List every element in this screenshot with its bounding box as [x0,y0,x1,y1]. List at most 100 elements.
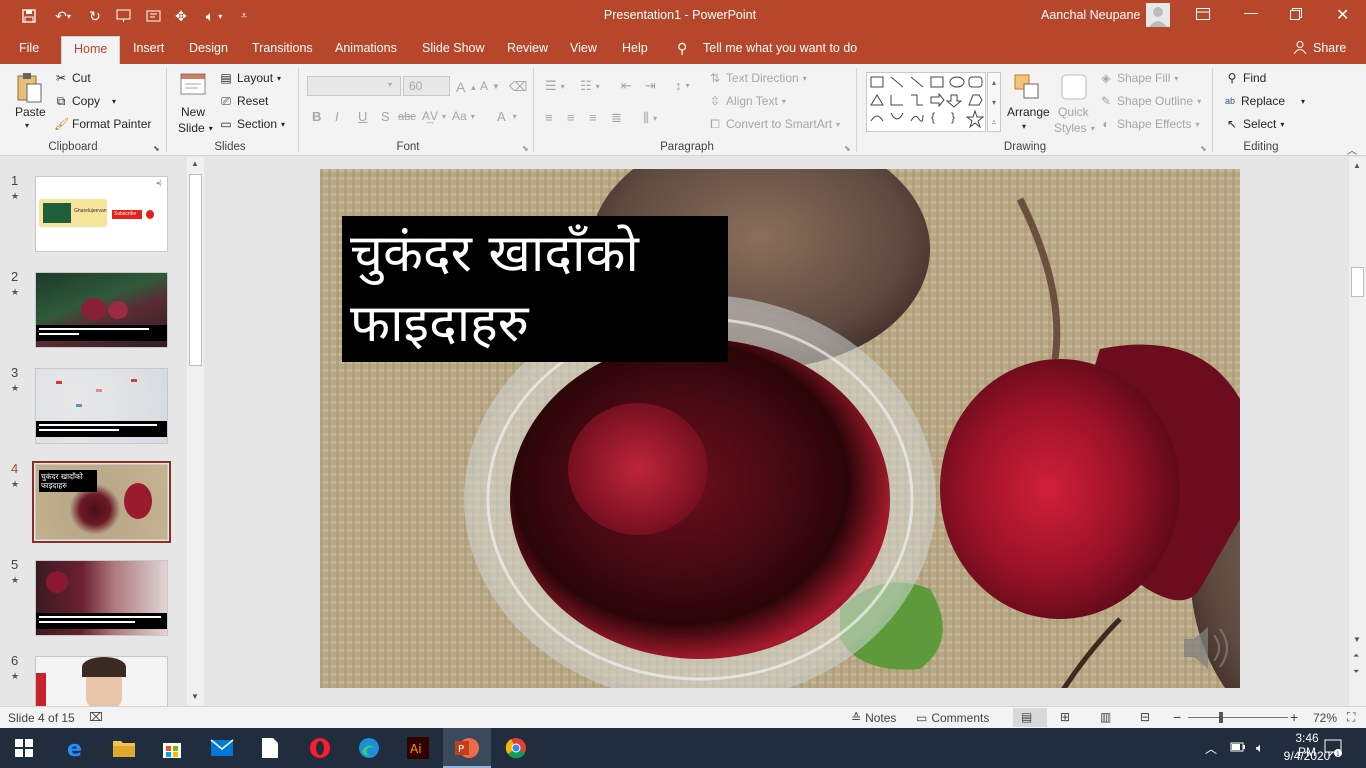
minimize-icon[interactable]: — [1244,4,1258,20]
font-dropdown-icon[interactable]: ▾ [388,80,392,89]
tab-file[interactable]: File [19,41,39,55]
ribbon-display-icon[interactable] [1196,8,1210,23]
shapes-gallery-scroll[interactable]: ▴ ▾ ⩡ [987,72,1001,132]
present-icon[interactable] [112,6,134,26]
fit-to-window-icon[interactable]: ⛶ [1347,710,1355,725]
shapes-gallery[interactable]: { } [866,72,986,132]
align-center-icon[interactable]: ≡ [567,110,575,125]
scroll-thumb[interactable] [189,174,202,366]
numbering-icon[interactable]: ☷ ▾ [580,78,600,94]
clear-formatting-icon[interactable]: ⌫ [509,79,527,95]
quick-styles-label-1[interactable]: Quick [1058,105,1089,119]
share-icon[interactable] [1293,40,1307,57]
scroll-thumb[interactable] [1351,267,1364,297]
cut-button[interactable]: ✂ Cut [54,71,91,85]
arrange-icon[interactable] [1012,72,1042,102]
format-painter-button[interactable]: 🖌︎ Format Painter [54,117,151,131]
chrome-icon[interactable] [496,732,536,764]
scroll-up-icon[interactable]: ▲ [191,159,199,168]
shape-fill-button[interactable]: ◈ Shape Fill ▾ [1099,71,1178,85]
find-button[interactable]: ⚲ Find [1225,71,1267,85]
share-button[interactable]: Share [1313,41,1346,55]
change-case-button[interactable]: Aa ▾ [452,109,475,123]
font-color-button[interactable]: A ▾ [497,109,517,124]
text-direction-button[interactable]: ⇅ Text Direction ▾ [708,71,807,85]
reading-view-icon[interactable]: ▥ [1100,710,1111,724]
tab-slide-show[interactable]: Slide Show [422,41,485,55]
tab-design[interactable]: Design [189,41,228,55]
next-slide-icon[interactable]: ⏷ [1353,667,1359,677]
columns-icon[interactable]: ⫼ ▾ [643,110,657,126]
scroll-down-icon[interactable]: ▼ [191,692,199,701]
scroll-down-icon[interactable]: ▼ [1353,635,1361,644]
zoom-slider-thumb[interactable] [1219,712,1223,723]
save-icon[interactable] [18,6,40,26]
slide-thumbnail-4[interactable]: चुकंदर खादाँको फाइदाहरु [35,464,168,540]
chevron-up-icon[interactable]: ︿ [1205,740,1217,757]
increase-indent-icon[interactable]: ⇥ [645,78,656,94]
section-button[interactable]: ▭ Section ▾ [219,117,285,131]
slideshow-view-icon[interactable]: ⊟ [1140,710,1150,724]
store-icon[interactable] [152,732,192,764]
previous-slide-icon[interactable]: ⏶ [1353,651,1359,661]
new-slide-label-2[interactable]: Slide ▾ [178,121,213,135]
reset-button[interactable]: ⎚ Reset [219,94,268,108]
notes-button[interactable]: ≙ Notes [851,711,896,725]
mail-icon[interactable] [202,732,242,764]
paragraph-launcher-icon[interactable]: ⬊ [844,144,851,153]
shape-outline-button[interactable]: ✎ Shape Outline ▾ [1099,94,1201,108]
tab-animations[interactable]: Animations [335,41,397,55]
justify-icon[interactable]: ≣ [611,110,622,126]
copy-button[interactable]: ⧉ Copy ▾ [54,94,116,108]
undo-icon[interactable]: ↶ ▾ [48,6,78,26]
clipboard-launcher-icon[interactable]: ⬊ [153,144,160,153]
quick-styles-icon[interactable] [1059,72,1089,102]
paste-button[interactable]: Paste [15,105,46,119]
new-slide-label-1[interactable]: New [181,105,205,119]
drawing-launcher-icon[interactable]: ⬊ [1200,144,1207,153]
decrease-font-button[interactable]: A ▼ [480,79,500,93]
redo-icon[interactable]: ↻ [84,6,106,26]
speaker-icon[interactable]: 🔈︎ ▾ [198,6,230,26]
touch-mode-icon[interactable]: ✥ [170,6,192,26]
opera-icon[interactable] [300,732,340,764]
font-size-input[interactable]: 60 [403,76,450,96]
underline-button[interactable]: U [358,109,367,124]
folder-icon[interactable] [104,732,144,764]
select-button[interactable]: ↖ Select ▾ [1225,117,1284,131]
font-launcher-icon[interactable]: ⬊ [522,144,529,153]
tab-insert[interactable]: Insert [133,41,164,55]
smartart-button[interactable]: ⧠ Convert to SmartArt ▾ [708,117,840,131]
tab-review[interactable]: Review [507,41,548,55]
powerpoint-icon[interactable]: P [447,732,487,764]
bullets-icon[interactable]: ☰ ▾ [545,78,565,94]
tab-transitions[interactable]: Transitions [252,41,313,55]
strikethrough-button[interactable]: abc [398,111,416,123]
collapse-ribbon-icon[interactable]: ︿ [1347,142,1357,157]
battery-icon[interactable] [1230,741,1246,756]
quick-styles-label-2[interactable]: Styles ▾ [1054,121,1095,135]
paste-icon[interactable] [14,72,44,108]
edge-chromium-icon[interactable] [349,732,389,764]
increase-font-button[interactable]: A ▲ [456,79,477,95]
tab-help[interactable]: Help [622,41,648,55]
slide-4[interactable]: चुकंदर खादाँको फाइदाहरु [320,169,1240,688]
zoom-in-icon[interactable]: + [1290,709,1298,725]
character-spacing-icon[interactable]: A͢V ▾ [422,109,446,123]
avatar[interactable] [1146,3,1170,27]
arrange-label[interactable]: Arrange [1007,105,1050,119]
slide-thumbnail-2[interactable] [35,272,168,348]
tell-me-search[interactable]: Tell me what you want to do [703,41,857,55]
tab-home[interactable]: Home [61,36,121,64]
canvas-scrollbar[interactable]: ▲ ▼ ⏶ ⏷ [1349,157,1366,706]
slide-thumbnail-6[interactable] [35,656,168,706]
spelling-check-icon[interactable]: ⌧ [89,710,103,724]
slide-thumbnail-5[interactable] [35,560,168,636]
customize-qat-icon[interactable]: ⩡ [236,6,252,26]
slide-sorter-icon[interactable]: ⊞ [1060,710,1070,724]
file-icon[interactable] [250,732,290,764]
windows-icon[interactable] [4,732,44,764]
bold-button[interactable]: B [312,109,321,124]
edge-icon[interactable]: e [56,732,96,764]
zoom-level[interactable]: 72% [1313,711,1337,725]
